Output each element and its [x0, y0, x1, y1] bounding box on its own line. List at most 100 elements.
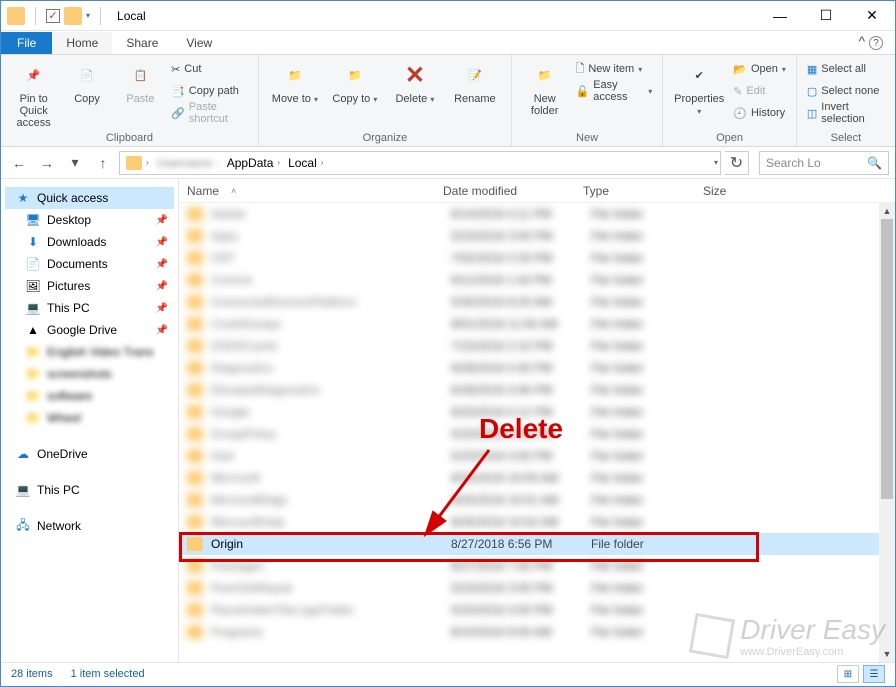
- file-row[interactable]: Apps5/23/2018 3:00 PMFile folder: [179, 225, 895, 247]
- folder-icon: [187, 625, 203, 639]
- properties-button[interactable]: ✔ Properties ▾: [673, 59, 725, 118]
- invert-selection-button[interactable]: ◫Invert selection: [807, 103, 885, 123]
- sidebar-item[interactable]: 📁software: [5, 385, 174, 407]
- new-item-button[interactable]: 🗋New item ▾: [576, 59, 653, 79]
- file-row[interactable]: Packages8/27/2018 7:00 PMFile folder: [179, 555, 895, 577]
- rename-button[interactable]: 📝 Rename: [449, 59, 501, 105]
- pin-icon: 📌: [156, 237, 168, 248]
- file-row[interactable]: MicrosoftHelp8/25/2018 10:02 AMFile fold…: [179, 511, 895, 533]
- sidebar-gdrive[interactable]: ▲Google Drive📌: [5, 319, 174, 341]
- sidebar-item[interactable]: 📁English Video Trans: [5, 341, 174, 363]
- copy-path-button[interactable]: 📑Copy path: [171, 81, 248, 101]
- copyto-icon: 📁: [339, 59, 371, 91]
- paste-button[interactable]: 📋 Paste: [118, 59, 163, 105]
- forward-button[interactable]: →: [35, 151, 59, 175]
- breadcrumb-appdata[interactable]: AppData: [227, 156, 274, 170]
- open-icon: 📂: [733, 63, 747, 76]
- home-tab[interactable]: Home: [52, 32, 112, 54]
- new-label: New: [522, 132, 652, 144]
- up-button[interactable]: ↑: [91, 151, 115, 175]
- copy-button[interactable]: 📄 Copy: [64, 59, 109, 105]
- file-row[interactable]: CEF7/02/2018 2:33 PMFile folder: [179, 247, 895, 269]
- file-row[interactable]: CrashDumps8/01/2018 11:05 AMFile folder: [179, 313, 895, 335]
- column-name[interactable]: Name˄: [179, 184, 435, 198]
- minimize-button[interactable]: —: [757, 1, 803, 31]
- file-row[interactable]: PlaceholderTileLogoFolder5/23/2018 3:00 …: [179, 599, 895, 621]
- file-row[interactable]: Microsoft8/25/2018 10:00 AMFile folder: [179, 467, 895, 489]
- file-row[interactable]: ElevatedDiagnostics6/28/2018 3:46 PMFile…: [179, 379, 895, 401]
- select-all-button[interactable]: ▦Select all: [807, 59, 885, 79]
- scrollbar-track[interactable]: ▲ ▼: [879, 203, 895, 662]
- sidebar-pictures[interactable]: 🖼Pictures📌: [5, 275, 174, 297]
- sidebar-desktop[interactable]: 🖥Desktop📌: [5, 209, 174, 231]
- pin-icon: 📌: [156, 303, 168, 314]
- view-large-icons-button[interactable]: ⊞: [837, 665, 859, 683]
- file-row[interactable]: Comms6/11/2018 1:44 PMFile folder: [179, 269, 895, 291]
- folder-icon: [187, 449, 203, 463]
- search-input[interactable]: Search Lo 🔍: [759, 151, 889, 175]
- select-none-button[interactable]: ▢Select none: [807, 81, 885, 101]
- file-row[interactable]: D3DSCache7/15/2018 2:10 PMFile folder: [179, 335, 895, 357]
- sidebar-thispc[interactable]: 💻This PC📌: [5, 297, 174, 319]
- edit-button[interactable]: ✎Edit: [733, 81, 786, 101]
- breadcrumb[interactable]: › Username› AppData› Local› ▾: [119, 151, 721, 175]
- file-row[interactable]: MicrosoftEdge8/25/2018 10:01 AMFile fold…: [179, 489, 895, 511]
- scrollbar-thumb[interactable]: [881, 219, 893, 499]
- new-folder-button[interactable]: 📁 New folder: [522, 59, 568, 117]
- share-tab[interactable]: Share: [112, 32, 172, 54]
- status-item-count: 28 items: [11, 668, 53, 680]
- easy-access-button[interactable]: 🔓Easy access ▾: [576, 81, 653, 101]
- sidebar-item[interactable]: 📁screenshots: [5, 363, 174, 385]
- column-type[interactable]: Type: [575, 184, 695, 198]
- file-row[interactable]: ConnectedDevicesPlatform5/30/2018 9:20 A…: [179, 291, 895, 313]
- history-icon: 🕘: [733, 107, 747, 120]
- close-button[interactable]: ✕: [849, 1, 895, 31]
- documents-icon: 📄: [25, 256, 41, 272]
- file-row[interactable]: PeerDistRepub5/23/2018 3:00 PMFile folde…: [179, 577, 895, 599]
- copy-to-button[interactable]: 📁 Copy to ▾: [329, 59, 381, 106]
- history-button[interactable]: 🕘History: [733, 103, 786, 123]
- sidebar-documents[interactable]: 📄Documents📌: [5, 253, 174, 275]
- column-size[interactable]: Size: [695, 184, 795, 198]
- folder-icon: [187, 207, 203, 221]
- qat-checkbox-icon[interactable]: ✓: [46, 9, 60, 23]
- history-dropdown-icon[interactable]: ▾: [63, 151, 87, 175]
- pin-quick-access-button[interactable]: 📌 Pin to Quick access: [11, 59, 56, 129]
- pin-icon: 📌: [156, 281, 168, 292]
- view-details-button[interactable]: ☰: [863, 665, 885, 683]
- file-row[interactable]: Programs8/10/2018 9:00 AMFile folder: [179, 621, 895, 643]
- folder-icon: [187, 317, 203, 331]
- sidebar-onedrive[interactable]: ☁OneDrive: [5, 443, 174, 465]
- selectall-icon: ▦: [807, 63, 817, 76]
- view-tab[interactable]: View: [172, 32, 226, 54]
- sidebar-downloads[interactable]: ⬇Downloads📌: [5, 231, 174, 253]
- scroll-down-icon[interactable]: ▼: [879, 646, 895, 662]
- file-row[interactable]: Adobe6/14/2018 4:11 PMFile folder: [179, 203, 895, 225]
- status-selected-count: 1 item selected: [71, 668, 145, 680]
- qat-folder-icon[interactable]: [64, 7, 82, 25]
- delete-button[interactable]: ✕ Delete ▾: [389, 59, 441, 106]
- open-button[interactable]: 📂Open ▾: [733, 59, 786, 79]
- sidebar-thispc-main[interactable]: 💻This PC: [5, 479, 174, 501]
- paste-shortcut-button[interactable]: 🔗Paste shortcut: [171, 103, 248, 123]
- file-row[interactable]: Intel5/23/2018 3:05 PMFile folder: [179, 445, 895, 467]
- move-to-button[interactable]: 📁 Move to ▾: [269, 59, 321, 106]
- pin-icon: 📌: [156, 215, 168, 226]
- search-icon: 🔍: [867, 156, 882, 170]
- cut-button[interactable]: ✂Cut: [171, 59, 248, 79]
- breadcrumb-local[interactable]: Local: [288, 156, 317, 170]
- ribbon-collapse-icon[interactable]: ^ ?: [847, 29, 895, 55]
- file-tab[interactable]: File: [1, 32, 52, 54]
- sidebar-item[interactable]: 📁Wheel: [5, 407, 174, 429]
- maximize-button[interactable]: ☐: [803, 1, 849, 31]
- refresh-button[interactable]: ↻: [725, 151, 749, 175]
- open-group: ✔ Properties ▾ 📂Open ▾ ✎Edit 🕘History Op…: [663, 55, 797, 146]
- folder-icon: [187, 405, 203, 419]
- scroll-up-icon[interactable]: ▲: [879, 203, 895, 219]
- sidebar-quick-access[interactable]: ★Quick access: [5, 187, 174, 209]
- column-date[interactable]: Date modified: [435, 184, 575, 198]
- file-row[interactable]: Diagnostics6/28/2018 3:45 PMFile folder: [179, 357, 895, 379]
- file-row-origin[interactable]: Origin8/27/2018 6:56 PMFile folder: [179, 533, 895, 555]
- back-button[interactable]: ←: [7, 151, 31, 175]
- sidebar-network[interactable]: 🖧Network: [5, 515, 174, 537]
